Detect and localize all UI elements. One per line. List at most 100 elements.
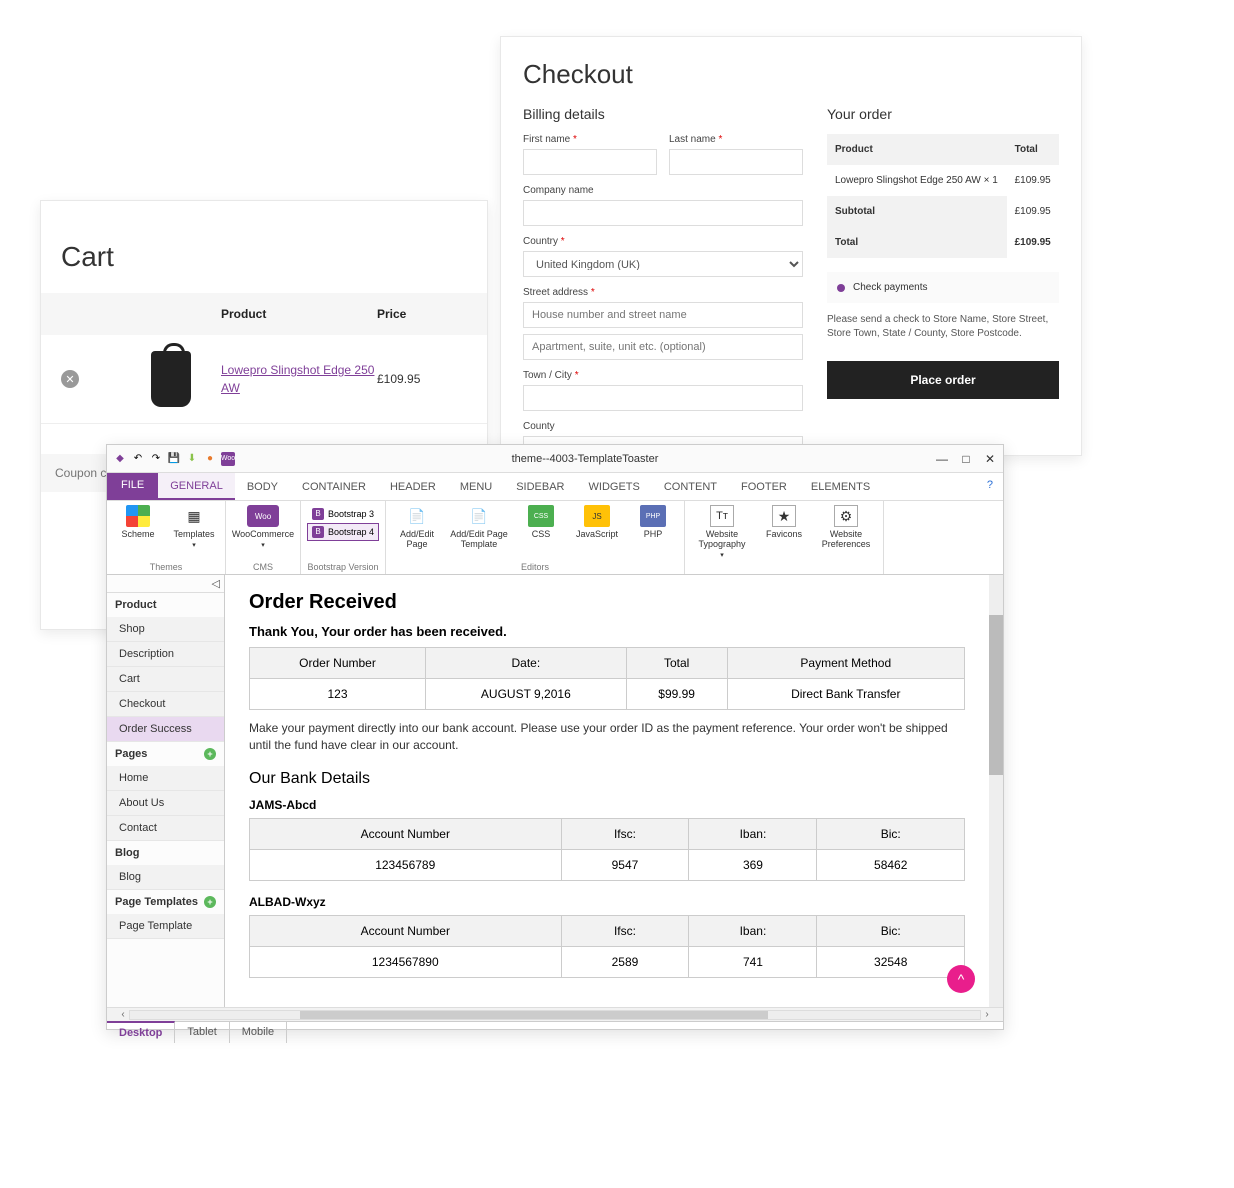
last-name-input[interactable] xyxy=(669,149,803,175)
export-icon[interactable]: ⬇ xyxy=(185,452,199,466)
undo-icon[interactable]: ↶ xyxy=(131,452,145,466)
add-template-button[interactable]: + xyxy=(204,896,216,908)
scroll-left-icon[interactable]: ‹ xyxy=(117,1009,129,1020)
country-select[interactable]: United Kingdom (UK) xyxy=(523,251,803,277)
typography-button[interactable]: TᴛWebsite Typography▾ xyxy=(691,505,753,559)
checkout-title: Checkout xyxy=(523,59,1059,90)
favicon-icon: ★ xyxy=(772,505,796,527)
street-label: Street address * xyxy=(523,287,803,298)
php-button[interactable]: PHPPHP xyxy=(628,505,678,549)
town-label: Town / City * xyxy=(523,370,803,381)
woo-badge-icon[interactable]: Woo xyxy=(221,452,235,466)
cart-item-link[interactable]: Lowepro Slingshot Edge 250 AW xyxy=(221,363,374,395)
js-button[interactable]: JSJavaScript xyxy=(572,505,622,549)
typography-icon: Tᴛ xyxy=(710,505,734,527)
title-bar: ◆ ↶ ↷ 💾 ⬇ ● Woo theme--4003-TemplateToas… xyxy=(107,445,1003,473)
bank1-name: JAMS-Abcd xyxy=(249,798,965,812)
order-header-total: Total xyxy=(626,648,727,679)
templates-button[interactable]: ▦Templates▾ xyxy=(169,505,219,549)
sidebar-item-home[interactable]: Home xyxy=(107,766,224,791)
canvas-area[interactable]: Order Received Thank You, Your order has… xyxy=(225,575,989,1007)
sidebar-item-cart[interactable]: Cart xyxy=(107,667,224,692)
gear-icon: ⚙ xyxy=(834,505,858,527)
town-input[interactable] xyxy=(523,385,803,411)
cart-remove-button[interactable]: ✕ xyxy=(61,370,79,388)
sidebar-item-checkout[interactable]: Checkout xyxy=(107,692,224,717)
maximize-button[interactable]: □ xyxy=(959,452,973,466)
menu-content[interactable]: CONTENT xyxy=(652,473,729,500)
sidebar-section-product: Product xyxy=(107,593,224,617)
total-value: £109.95 xyxy=(1007,227,1059,258)
menu-container[interactable]: CONTAINER xyxy=(290,473,378,500)
bank2-table: Account Number Ifsc: Iban: Bic: 12345678… xyxy=(249,915,965,978)
add-edit-template-button[interactable]: 📄Add/Edit Page Template xyxy=(448,505,510,549)
place-order-button[interactable]: Place order xyxy=(827,361,1059,399)
scheme-button[interactable]: Scheme xyxy=(113,505,163,549)
order-cell-total: $99.99 xyxy=(626,679,727,710)
sidebar-item-description[interactable]: Description xyxy=(107,642,224,667)
county-label: County xyxy=(523,421,803,432)
vertical-scrollbar[interactable] xyxy=(989,575,1003,1007)
sidebar-item-about[interactable]: About Us xyxy=(107,791,224,816)
view-tab-tablet[interactable]: Tablet xyxy=(175,1022,229,1043)
sidebar-item-page-template[interactable]: Page Template xyxy=(107,914,224,939)
menu-sidebar[interactable]: SIDEBAR xyxy=(504,473,576,500)
street-input-1[interactable] xyxy=(523,302,803,328)
ribbon-group-editors: Editors xyxy=(521,562,549,572)
bootstrap3-option[interactable]: BBootstrap 3 xyxy=(307,505,379,523)
help-icon[interactable]: ? xyxy=(977,473,1003,500)
woocommerce-button[interactable]: WooWooCommerce▾ xyxy=(232,505,294,549)
php-icon: PHP xyxy=(640,505,666,527)
sidebar-item-order-success[interactable]: Order Success xyxy=(107,717,224,742)
cart-item-thumbnail[interactable] xyxy=(121,351,221,407)
sidebar: ◁ Product Shop Description Cart Checkout… xyxy=(107,575,225,1007)
cart-item-price: £109.95 xyxy=(377,372,467,386)
view-tab-mobile[interactable]: Mobile xyxy=(230,1022,287,1043)
css-button[interactable]: CSSCSS xyxy=(516,505,566,549)
firefox-icon[interactable]: ● xyxy=(203,452,217,466)
menu-footer[interactable]: FOOTER xyxy=(729,473,799,500)
minimize-button[interactable]: — xyxy=(935,452,949,466)
redo-icon[interactable]: ↷ xyxy=(149,452,163,466)
scroll-top-button[interactable]: ^ xyxy=(947,965,975,993)
sidebar-item-contact[interactable]: Contact xyxy=(107,816,224,841)
menu-general[interactable]: GENERAL xyxy=(158,473,235,500)
add-page-button[interactable]: + xyxy=(204,748,216,760)
collapse-sidebar-button[interactable]: ◁ xyxy=(107,575,224,593)
country-label: Country * xyxy=(523,236,803,247)
menu-elements[interactable]: ELEMENTS xyxy=(799,473,882,500)
first-name-input[interactable] xyxy=(523,149,657,175)
bootstrap4-option[interactable]: BBootstrap 4 xyxy=(307,523,379,541)
payment-method-option[interactable]: Check payments xyxy=(827,272,1059,303)
sidebar-item-blog[interactable]: Blog xyxy=(107,865,224,890)
app-icon: ◆ xyxy=(113,452,127,466)
horizontal-scrollbar[interactable]: ‹ › xyxy=(107,1007,1003,1021)
scroll-right-icon[interactable]: › xyxy=(981,1009,993,1020)
menu-bar: FILE GENERAL BODY CONTAINER HEADER MENU … xyxy=(107,473,1003,501)
add-edit-page-button[interactable]: 📄Add/Edit Page xyxy=(392,505,442,549)
street-input-2[interactable] xyxy=(523,334,803,360)
template-icon: 📄 xyxy=(467,505,491,527)
preferences-button[interactable]: ⚙Website Preferences xyxy=(815,505,877,559)
order-cell-method: Direct Bank Transfer xyxy=(727,679,964,710)
scheme-icon xyxy=(126,505,150,527)
view-tab-desktop[interactable]: Desktop xyxy=(107,1021,175,1043)
css-icon: CSS xyxy=(528,505,554,527)
close-button[interactable]: ✕ xyxy=(983,452,997,466)
file-menu[interactable]: FILE xyxy=(107,473,158,500)
ribbon-group-bootstrap: Bootstrap Version xyxy=(307,562,378,572)
menu-header[interactable]: HEADER xyxy=(378,473,448,500)
save-icon[interactable]: 💾 xyxy=(167,452,181,466)
order-cell-date: AUGUST 9,2016 xyxy=(426,679,627,710)
checkout-panel: Checkout Billing details First name * La… xyxy=(500,36,1082,456)
company-input[interactable] xyxy=(523,200,803,226)
menu-body[interactable]: BODY xyxy=(235,473,290,500)
menu-widgets[interactable]: WIDGETS xyxy=(577,473,652,500)
favicons-button[interactable]: ★Favicons xyxy=(759,505,809,559)
bank-details-title: Our Bank Details xyxy=(249,770,965,788)
menu-menu[interactable]: MENU xyxy=(448,473,504,500)
order-heading: Your order xyxy=(827,106,1059,122)
sidebar-section-blog: Blog xyxy=(107,841,224,865)
order-line-name: Lowepro Slingshot Edge 250 AW × 1 xyxy=(827,165,1007,196)
sidebar-item-shop[interactable]: Shop xyxy=(107,617,224,642)
